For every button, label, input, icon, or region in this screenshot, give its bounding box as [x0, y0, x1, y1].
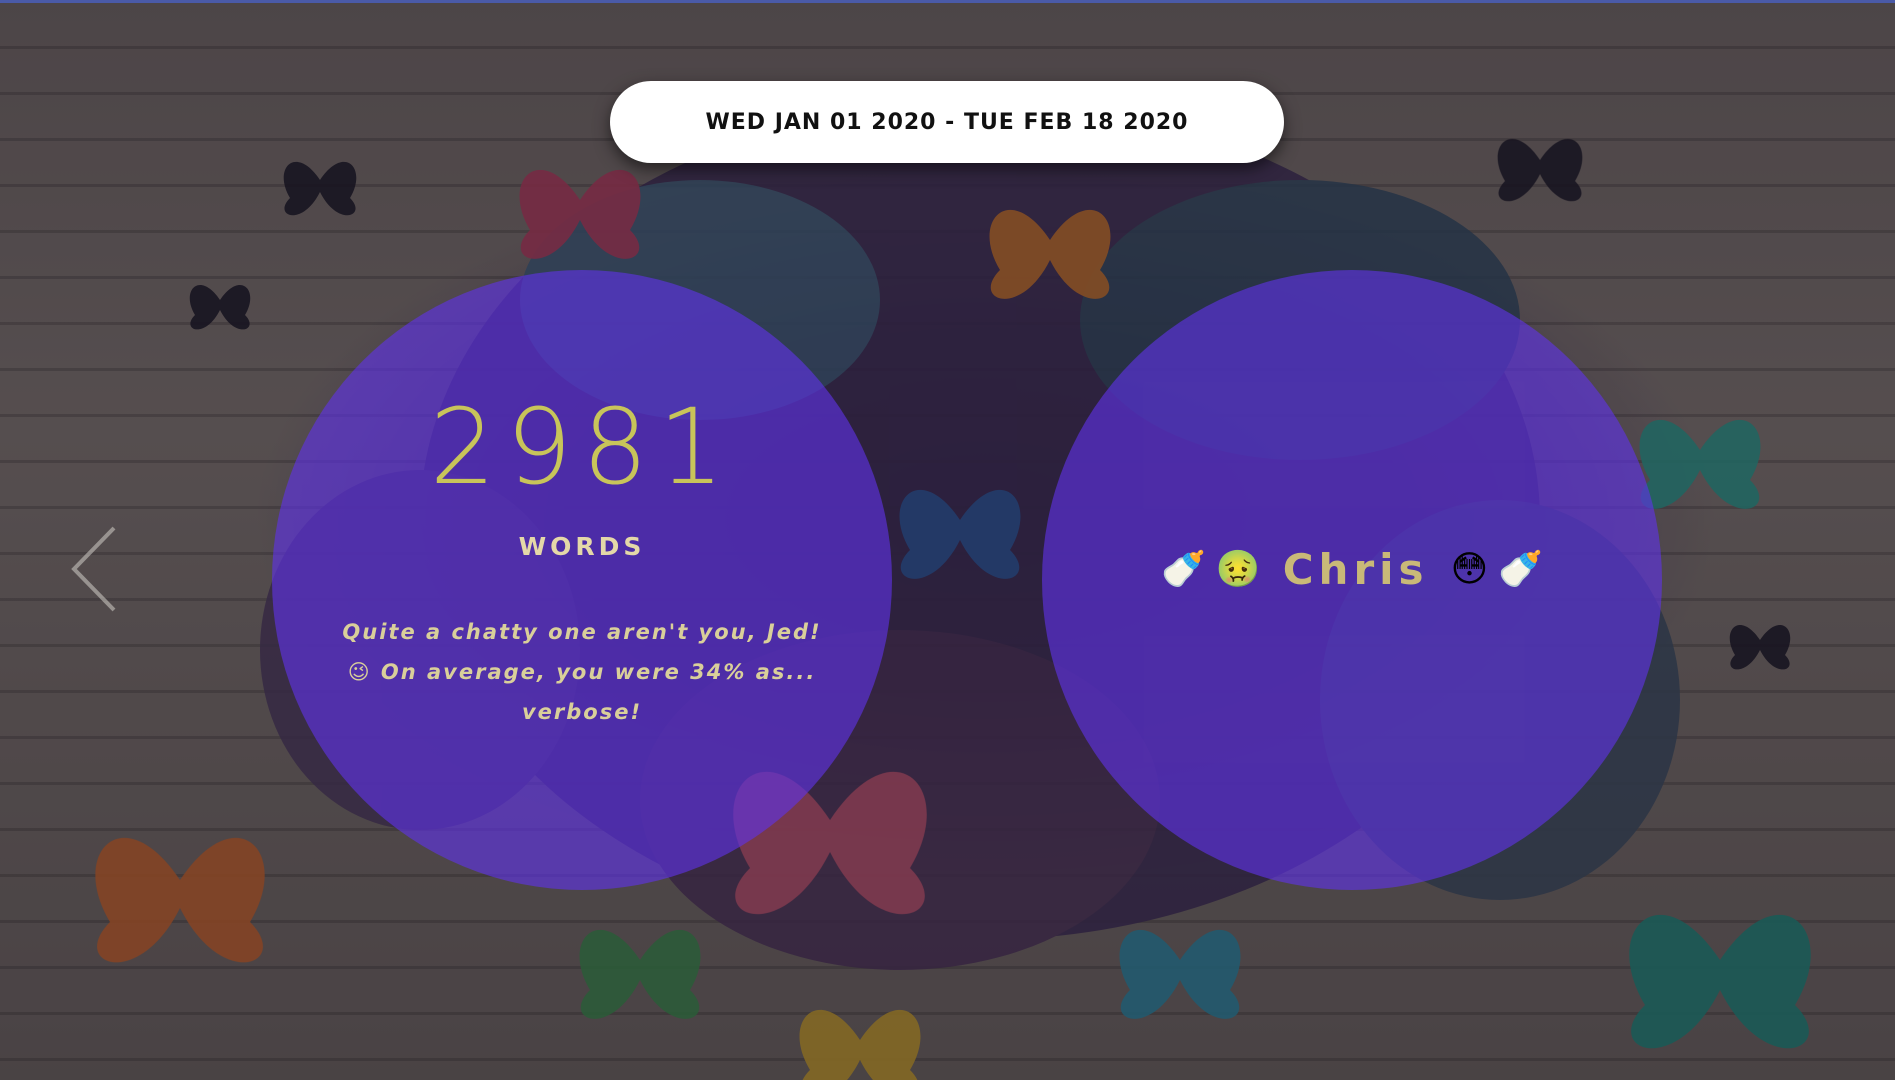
nauseated-face-icon: 🤢 — [1215, 548, 1261, 590]
date-range-label: WED JAN 01 2020 - TUE FEB 18 2020 — [705, 109, 1189, 135]
word-count-value: 2981 — [429, 386, 735, 508]
baby-bottle-icon: 🍼 — [1498, 548, 1543, 590]
word-count-circle — [272, 270, 892, 890]
top-accent-strip — [0, 0, 1895, 3]
previous-slide-button[interactable] — [66, 522, 126, 616]
person-name: Chris — [1282, 545, 1429, 594]
flushed-face-icon: 😳 — [1450, 548, 1489, 590]
person-name-row: 🍼 🤢 Chris 😳 🍼 — [1042, 545, 1662, 594]
chevron-left-icon — [71, 526, 116, 612]
word-count-label: WORDS — [518, 532, 646, 561]
word-count-blurb: Quite a chatty one aren't you, Jed! 😉 On… — [342, 620, 822, 724]
story-slide: WED JAN 01 2020 - TUE FEB 18 2020 2981 W… — [0, 0, 1895, 1080]
baby-bottle-icon: 🍼 — [1161, 548, 1206, 590]
date-range-pill: WED JAN 01 2020 - TUE FEB 18 2020 — [610, 81, 1284, 163]
